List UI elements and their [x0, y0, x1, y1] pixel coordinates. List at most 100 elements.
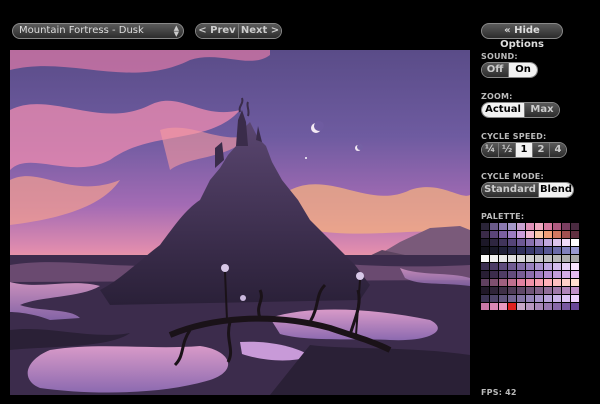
palette-swatch[interactable]: [535, 271, 543, 278]
palette-swatch[interactable]: [535, 239, 543, 246]
palette-swatch[interactable]: [508, 279, 516, 286]
palette-swatch[interactable]: [553, 279, 561, 286]
palette-swatch[interactable]: [499, 223, 507, 230]
palette-swatch[interactable]: [553, 295, 561, 302]
palette-swatch[interactable]: [508, 287, 516, 294]
palette-swatch[interactable]: [571, 223, 579, 230]
palette-swatch[interactable]: [544, 279, 552, 286]
palette-swatch[interactable]: [562, 287, 570, 294]
palette-swatch[interactable]: [571, 239, 579, 246]
palette-swatch[interactable]: [544, 303, 552, 310]
sound-off-button[interactable]: Off: [482, 63, 509, 77]
palette-swatch[interactable]: [544, 255, 552, 262]
palette-swatch[interactable]: [526, 263, 534, 270]
palette-swatch[interactable]: [481, 263, 489, 270]
palette-swatch[interactable]: [562, 279, 570, 286]
palette-swatch[interactable]: [562, 303, 570, 310]
palette-swatch[interactable]: [544, 271, 552, 278]
mode-blend-button[interactable]: Blend: [539, 183, 573, 197]
palette-swatch[interactable]: [490, 255, 498, 262]
palette-swatch[interactable]: [571, 279, 579, 286]
palette-swatch[interactable]: [526, 295, 534, 302]
palette-swatch[interactable]: [562, 231, 570, 238]
palette-swatch[interactable]: [517, 271, 525, 278]
palette-swatch[interactable]: [499, 263, 507, 270]
palette-swatch[interactable]: [481, 255, 489, 262]
palette-swatch[interactable]: [517, 231, 525, 238]
palette-swatch[interactable]: [553, 247, 561, 254]
palette-swatch[interactable]: [517, 263, 525, 270]
palette-swatch[interactable]: [499, 295, 507, 302]
palette-swatch[interactable]: [499, 239, 507, 246]
palette-swatch[interactable]: [544, 223, 552, 230]
palette-swatch[interactable]: [526, 223, 534, 230]
palette-swatch[interactable]: [571, 287, 579, 294]
palette-swatch[interactable]: [508, 247, 516, 254]
palette-swatch[interactable]: [544, 231, 552, 238]
palette-swatch[interactable]: [508, 231, 516, 238]
palette-swatch[interactable]: [562, 295, 570, 302]
palette-swatch[interactable]: [571, 295, 579, 302]
palette-swatch[interactable]: [571, 255, 579, 262]
palette-swatch[interactable]: [490, 247, 498, 254]
palette-swatch[interactable]: [490, 231, 498, 238]
palette-swatch[interactable]: [553, 287, 561, 294]
palette-swatch[interactable]: [517, 255, 525, 262]
scene-canvas[interactable]: [10, 50, 470, 395]
palette-swatch[interactable]: [490, 271, 498, 278]
palette-swatch[interactable]: [571, 247, 579, 254]
palette-swatch[interactable]: [508, 263, 516, 270]
palette-swatch[interactable]: [526, 287, 534, 294]
scene-select[interactable]: Mountain Fortress - Dusk ▲ ▼: [12, 23, 184, 39]
palette-swatch[interactable]: [517, 295, 525, 302]
palette-swatch[interactable]: [490, 287, 498, 294]
palette-swatch[interactable]: [526, 247, 534, 254]
palette-swatch[interactable]: [499, 303, 507, 310]
palette-swatch[interactable]: [562, 247, 570, 254]
palette-swatch[interactable]: [544, 295, 552, 302]
palette-swatch[interactable]: [481, 279, 489, 286]
palette-swatch[interactable]: [490, 279, 498, 286]
palette-swatch[interactable]: [481, 239, 489, 246]
palette-swatch[interactable]: [553, 255, 561, 262]
palette-swatch[interactable]: [553, 223, 561, 230]
palette-swatch[interactable]: [562, 255, 570, 262]
sound-on-button[interactable]: On: [509, 63, 537, 77]
palette-swatch[interactable]: [508, 303, 516, 310]
palette-swatch[interactable]: [508, 239, 516, 246]
palette-swatch[interactable]: [535, 263, 543, 270]
palette-swatch[interactable]: [517, 223, 525, 230]
palette-swatch[interactable]: [562, 223, 570, 230]
palette-swatch[interactable]: [535, 303, 543, 310]
palette-swatch[interactable]: [535, 279, 543, 286]
palette-swatch[interactable]: [544, 287, 552, 294]
zoom-actual-button[interactable]: Actual: [482, 103, 525, 117]
speed-4-button[interactable]: 4: [550, 143, 566, 157]
palette-swatch[interactable]: [553, 271, 561, 278]
palette-swatch[interactable]: [499, 255, 507, 262]
palette-swatch[interactable]: [481, 271, 489, 278]
palette-swatch[interactable]: [571, 303, 579, 310]
palette-swatch[interactable]: [571, 263, 579, 270]
zoom-max-button[interactable]: Max: [525, 103, 559, 117]
palette-swatch[interactable]: [499, 279, 507, 286]
hide-options-button[interactable]: « Hide Options: [481, 23, 563, 50]
palette-swatch[interactable]: [481, 247, 489, 254]
palette-swatch[interactable]: [481, 295, 489, 302]
palette-swatch[interactable]: [571, 271, 579, 278]
palette-swatch[interactable]: [508, 223, 516, 230]
palette-swatch[interactable]: [499, 271, 507, 278]
palette-swatch[interactable]: [526, 303, 534, 310]
palette-swatch[interactable]: [508, 271, 516, 278]
palette-swatch[interactable]: [535, 287, 543, 294]
palette-swatch[interactable]: [508, 295, 516, 302]
speed-half-button[interactable]: ½: [499, 143, 516, 157]
next-button[interactable]: Next >: [239, 24, 281, 38]
palette-swatch[interactable]: [562, 239, 570, 246]
palette-swatch[interactable]: [526, 279, 534, 286]
palette-swatch[interactable]: [553, 239, 561, 246]
palette-swatch[interactable]: [544, 263, 552, 270]
palette-swatch[interactable]: [481, 223, 489, 230]
palette-swatch[interactable]: [517, 279, 525, 286]
palette-swatch[interactable]: [562, 263, 570, 270]
